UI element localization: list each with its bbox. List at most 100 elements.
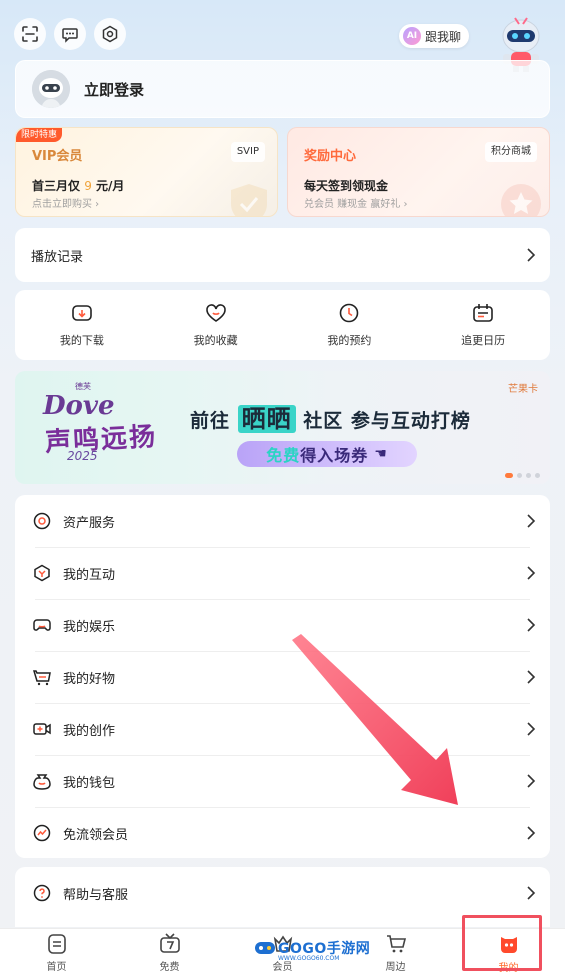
video-create-icon — [33, 720, 51, 738]
banner-year: 2025 — [67, 449, 98, 463]
reward-title: 奖励中心 — [304, 149, 357, 164]
banner-brand: Dove — [43, 391, 115, 421]
menu-item-label: 免流领会员 — [63, 827, 129, 843]
banner-pagination — [505, 473, 540, 478]
banner-cta-free: 免费 — [266, 446, 301, 465]
menu-item-data-free[interactable]: 免流领会员 — [15, 807, 550, 859]
limited-offer-badge: 限时特惠 — [16, 128, 63, 142]
gamepad-logo-icon — [255, 942, 275, 954]
download-icon — [72, 305, 92, 321]
vip-offer-price: 9 — [84, 179, 92, 193]
play-history-row[interactable]: 播放记录 — [15, 228, 550, 282]
quick-item-reminder[interactable]: 我的预约 — [283, 290, 417, 360]
hand-pointer-icon: ☚ — [374, 446, 388, 462]
vip-card[interactable]: 限时特惠 VIP会员 SVIP 首三月仅 9 元/月 点击立即购买 › — [15, 127, 278, 217]
quick-item-label: 我的收藏 — [193, 334, 238, 347]
menu-item-label: 我的好物 — [63, 671, 116, 687]
chevron-right-icon — [527, 774, 536, 788]
quick-item-favorite[interactable]: 我的收藏 — [149, 290, 283, 360]
menu-item-label: 我的钱包 — [63, 775, 116, 791]
vip-sub-text: 点击立即购买 — [32, 199, 92, 210]
menu-list: 资产服务 我的互动 我的娱乐 我的好物 我的创作 我的钱包 免流领会员 — [15, 495, 550, 858]
login-card[interactable]: 立即登录 — [15, 60, 550, 118]
menu-item-interaction[interactable]: 我的互动 — [15, 547, 550, 599]
tab-home[interactable]: 首页 — [0, 929, 113, 977]
reward-sub-text: 兑会员 赚现金 赢好礼 — [304, 199, 401, 210]
quick-item-calendar[interactable]: 追更日历 — [416, 290, 550, 360]
tab-label: 周边 — [385, 962, 406, 973]
vip-offer: 首三月仅 9 元/月 — [32, 177, 124, 194]
chevron-right-icon — [527, 514, 536, 528]
scan-icon[interactable] — [14, 18, 46, 50]
interaction-icon — [33, 564, 51, 582]
ai-badge-icon: AI — [402, 27, 421, 45]
asset-icon — [33, 512, 51, 530]
svip-chip[interactable]: SVIP — [230, 142, 265, 162]
favorite-icon — [205, 304, 226, 322]
free-tv-icon — [159, 933, 180, 953]
banner-slogan: 声鸣远扬 — [44, 422, 158, 458]
menu-item-label: 我的创作 — [63, 723, 116, 739]
settings-icon[interactable] — [94, 18, 126, 50]
quick-actions: 我的下载 我的收藏 我的预约 追更日历 — [15, 290, 550, 360]
pagination-dot — [526, 473, 531, 478]
pagination-dot — [517, 473, 522, 478]
home-icon — [47, 934, 66, 954]
reward-card[interactable]: 奖励中心 积分商城 每天签到领现金 兑会员 赚现金 赢好礼 › — [287, 127, 550, 217]
menu-item-entertainment[interactable]: 我的娱乐 — [15, 599, 550, 651]
menu-item-label: 资产服务 — [63, 515, 116, 531]
chevron-right-icon — [527, 722, 536, 736]
tab-free[interactable]: 免费 — [113, 929, 226, 977]
annotation-highlight-box — [462, 915, 542, 971]
avatar[interactable] — [32, 70, 70, 108]
reward-sub: 兑会员 赚现金 赢好礼 › — [304, 199, 408, 210]
tab-label: 首页 — [46, 962, 67, 973]
ai-chat-label: 跟我聊 — [424, 29, 461, 44]
banner-cta-rest: 得入场券 — [300, 446, 369, 465]
chevron-right-icon — [527, 826, 536, 840]
chevron-right-icon — [527, 670, 536, 684]
menu-item-label: 我的互动 — [63, 567, 116, 583]
help-icon — [33, 884, 51, 902]
vip-offer-suffix: 元/月 — [96, 179, 125, 193]
menu-item-creation[interactable]: 我的创作 — [15, 703, 550, 755]
menu-item-label: 帮助与客服 — [63, 887, 129, 903]
site-watermark: GOGO手游网 WWW.GOGO60.COM — [254, 938, 370, 962]
message-icon[interactable] — [54, 18, 86, 50]
menu-item-wallet[interactable]: 我的钱包 — [15, 755, 550, 807]
quick-item-download[interactable]: 我的下载 — [15, 290, 149, 360]
banner-headline: 前往 晒晒 社区 参与互动打榜 — [190, 399, 471, 434]
play-history-label: 播放记录 — [31, 249, 84, 265]
gamepad-icon — [33, 616, 51, 634]
top-bar: AI 跟我聊 — [14, 17, 551, 72]
partner-logos: 芒果卡 — [508, 384, 538, 395]
quick-item-label: 我的下载 — [59, 334, 104, 347]
reward-star-icon — [501, 184, 541, 216]
promo-banner[interactable]: 德芙 Dove 声鸣远扬 2025 前往 晒晒 社区 参与互动打榜 免费 得入场… — [15, 371, 550, 484]
cart-icon — [33, 668, 51, 686]
banner-headline-post: 社区 参与互动打榜 — [303, 410, 471, 432]
vip-title: VIP会员 — [32, 149, 83, 164]
wallet-icon — [33, 772, 51, 790]
quick-item-label: 追更日历 — [461, 334, 506, 347]
pagination-dot — [505, 473, 513, 478]
points-mall-chip[interactable]: 积分商城 — [485, 142, 537, 162]
login-label[interactable]: 立即登录 — [84, 79, 144, 100]
chevron-right-icon — [527, 618, 536, 632]
menu-item-goods[interactable]: 我的好物 — [15, 651, 550, 703]
reward-offer: 每天签到领现金 — [304, 179, 389, 193]
menu-item-help[interactable]: 帮助与客服 — [15, 867, 550, 919]
reminder-icon — [340, 303, 359, 323]
watermark-sub: WWW.GOGO60.COM — [278, 955, 340, 962]
ai-chat-button[interactable]: AI 跟我聊 — [398, 24, 469, 48]
menu-item-assets[interactable]: 资产服务 — [15, 495, 550, 547]
chevron-right-icon — [527, 566, 536, 580]
quick-item-label: 我的预约 — [327, 334, 372, 347]
banner-headline-highlight: 晒晒 — [237, 405, 296, 433]
chevron-right-icon — [527, 886, 536, 900]
banner-cta-button[interactable]: 免费 得入场券 ☚ — [237, 441, 417, 467]
chevron-right-icon — [527, 248, 536, 262]
pagination-dot — [535, 473, 540, 478]
vip-shield-icon — [231, 184, 267, 216]
menu-item-label: 我的娱乐 — [63, 619, 116, 635]
